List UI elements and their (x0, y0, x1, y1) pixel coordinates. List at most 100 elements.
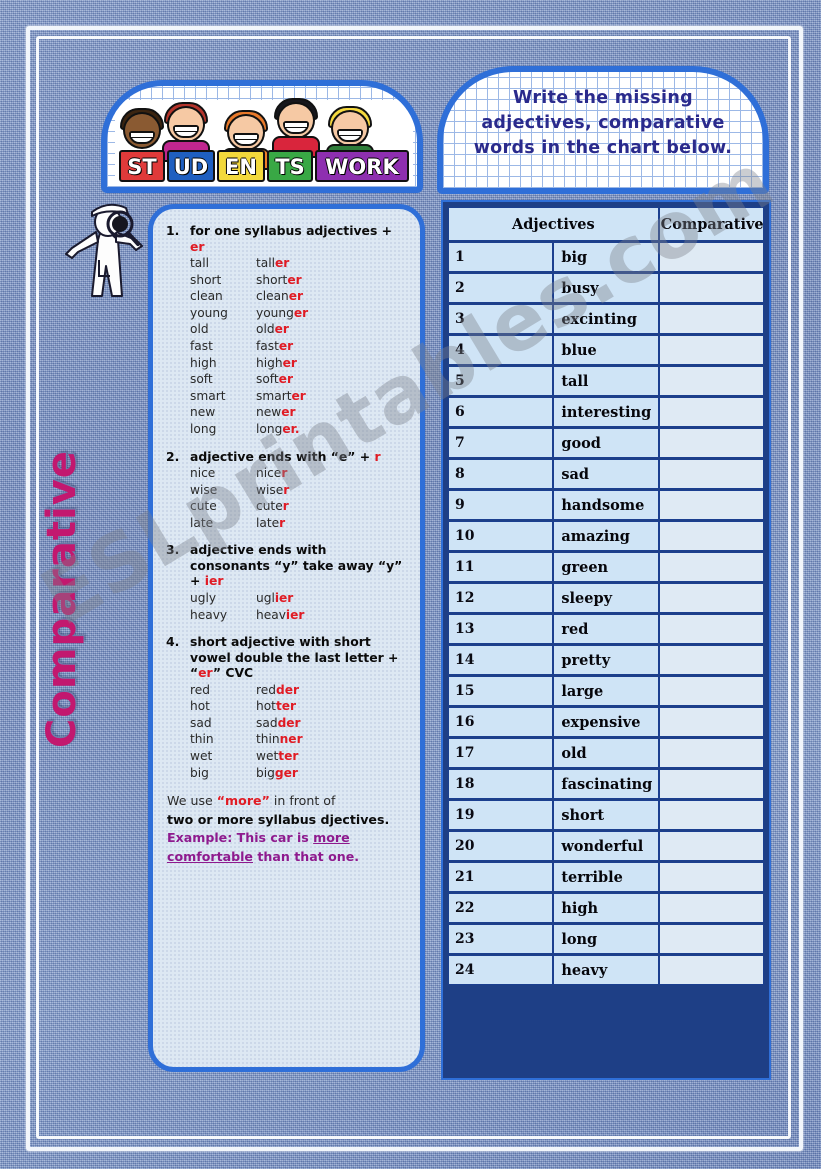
example-stem: hot (256, 699, 276, 714)
students-work-banner: ST UD EN TS WORK (101, 80, 423, 193)
rule-title: for one syllabus adjectives + er (190, 223, 406, 254)
adjective-cell: green (553, 552, 659, 582)
row-number: 8 (448, 459, 554, 489)
example-stem: red (256, 682, 276, 697)
comparative-answer-cell[interactable] (658, 304, 764, 334)
comparative-answer-cell[interactable] (658, 831, 764, 861)
comparative-answer-cell[interactable] (658, 862, 764, 892)
note-example-label: Example: This car is (167, 830, 314, 846)
example-comparative-word: faster (256, 338, 293, 355)
rule-title-highlight: er (190, 238, 205, 254)
comparative-answer-cell[interactable] (658, 397, 764, 427)
example-base-word: tall (190, 256, 210, 270)
example-stem: short (256, 272, 288, 287)
table-row: 20 wonderful (448, 831, 764, 861)
example-pair: clean cleaner (190, 288, 406, 305)
example-pair: soft softer (190, 371, 406, 388)
example-base-word: high (190, 355, 217, 370)
adjective-cell: busy (553, 273, 659, 303)
adjective-cell: sad (553, 459, 659, 489)
example-comparative-word: hotter (256, 698, 296, 715)
comparative-answer-cell[interactable] (658, 707, 764, 737)
more-note: We use “more” in front of two or more sy… (167, 792, 406, 866)
comparative-answer-cell[interactable] (658, 459, 764, 489)
example-stem: new (256, 405, 282, 420)
rule-number: 3. (166, 542, 180, 558)
rule-title-highlight: r (374, 448, 381, 464)
example-base-word: late (190, 515, 214, 530)
rule-block: 1. for one syllabus adjectives + er tall ta… (166, 223, 406, 438)
example-base-word: young (190, 305, 228, 320)
table-row: 2 busy (448, 273, 764, 303)
comparative-answer-cell[interactable] (658, 893, 764, 923)
example-suffix: ter (278, 748, 299, 763)
example-pair: wise wiser (190, 482, 406, 499)
table-row: 9 handsome (448, 490, 764, 520)
comparative-answer-cell[interactable] (658, 924, 764, 954)
example-pair: high higher (190, 355, 406, 372)
rule-examples: tall taller short shorter clean cleaner young y… (190, 255, 406, 438)
adjective-cell: pretty (553, 645, 659, 675)
row-number: 23 (448, 924, 554, 954)
comparative-answer-cell[interactable] (658, 645, 764, 675)
comparative-answer-cell[interactable] (658, 242, 764, 272)
example-base-word: hot (190, 699, 210, 714)
comparative-answer-cell[interactable] (658, 521, 764, 551)
example-suffix: er (275, 256, 290, 270)
example-suffix: er (274, 322, 289, 337)
table-body: 1 big 2 busy 3 excinting 4 blue 5 tall 6 interestin… (448, 242, 764, 985)
example-base-word: short (190, 272, 222, 287)
adjective-cell: sleepy (553, 583, 659, 613)
rule-examples: nice nicer wise wiser cute cuter late later (190, 465, 406, 531)
example-pair: old older (190, 321, 406, 338)
example-stem: big (256, 765, 275, 780)
row-number: 17 (448, 738, 554, 768)
comparative-answer-cell[interactable] (658, 800, 764, 830)
rule-title-pre: for one syllabus adjectives + (190, 223, 393, 238)
rule-block: 2. adjective ends with “e” + r nice nicer wi… (166, 449, 406, 532)
adjective-cell: terrible (553, 862, 659, 892)
example-pair: cute cuter (190, 498, 406, 515)
row-number: 19 (448, 800, 554, 830)
table-row: 23 long (448, 924, 764, 954)
comparative-answer-cell[interactable] (658, 428, 764, 458)
students-clipart: ST UD EN TS WORK (115, 98, 413, 186)
instruction-line-1: Write the missing (513, 88, 693, 108)
row-number: 7 (448, 428, 554, 458)
comparative-answer-cell[interactable] (658, 769, 764, 799)
example-comparative-word: cuter (256, 498, 289, 515)
comparative-answer-cell[interactable] (658, 614, 764, 644)
note-more-highlight: “more” (216, 793, 270, 809)
comparative-answer-cell[interactable] (658, 366, 764, 396)
note-line-3: Example: This car is more (167, 829, 406, 848)
comparative-answer-cell[interactable] (658, 552, 764, 582)
comparative-answer-cell[interactable] (658, 676, 764, 706)
example-stem: clean (256, 289, 289, 304)
rule-title: short adjective with short vowel double … (190, 634, 406, 681)
comparative-answer-cell[interactable] (658, 955, 764, 985)
example-pair: heavy heavier (190, 607, 406, 624)
example-suffix: er (278, 338, 294, 353)
comparative-answer-cell[interactable] (658, 273, 764, 303)
note-line-2: two or more syllabus djectives. (167, 811, 390, 827)
adjectives-table: Adjectives Comparative 1 big 2 busy 3 excinti… (448, 206, 764, 986)
example-stem: heav (256, 607, 286, 622)
adjective-cell: red (553, 614, 659, 644)
example-pair: fast faster (190, 338, 406, 355)
letter-board-ud: UD (167, 150, 215, 182)
example-stem: young (256, 305, 294, 320)
comparative-answer-cell[interactable] (658, 583, 764, 613)
comparative-answer-cell[interactable] (658, 738, 764, 768)
example-suffix: er (282, 355, 297, 370)
comparative-answer-cell[interactable] (658, 335, 764, 365)
row-number: 14 (448, 645, 554, 675)
comparative-answer-cell[interactable] (658, 490, 764, 520)
instruction-line-3: words in the chart below. (473, 138, 733, 158)
example-comparative-word: nicer (256, 465, 287, 482)
example-pair: thin thinner (190, 731, 406, 748)
example-pair: smart smarter (190, 388, 406, 405)
table-row: 13 red (448, 614, 764, 644)
example-suffix: r (279, 515, 286, 530)
row-number: 13 (448, 614, 554, 644)
example-base-word: soft (190, 372, 213, 387)
